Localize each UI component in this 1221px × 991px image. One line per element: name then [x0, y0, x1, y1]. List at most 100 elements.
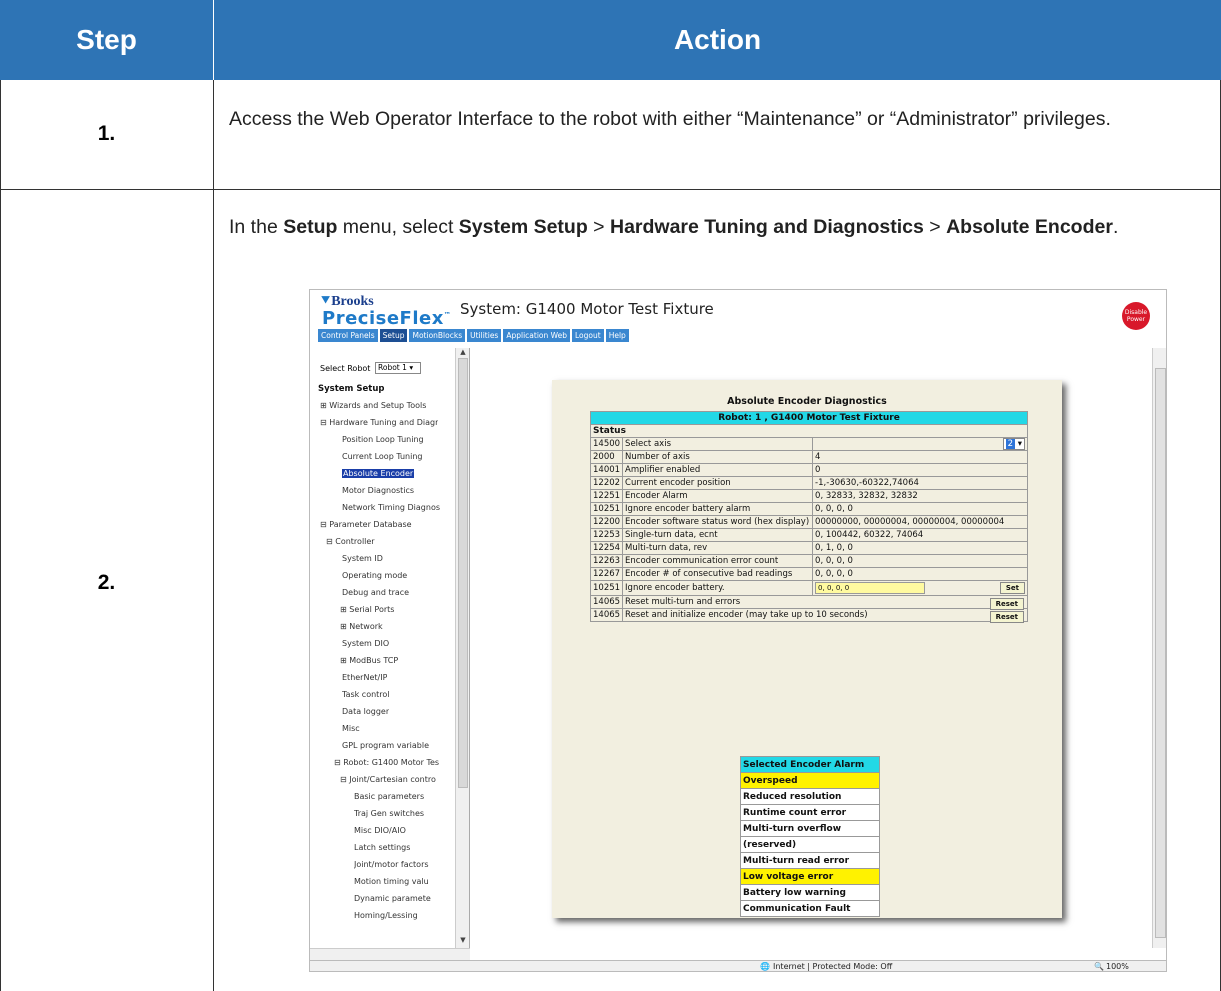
tree-item[interactable]: System ID — [342, 554, 383, 563]
scroll-down-icon[interactable]: ▼ — [456, 936, 470, 944]
nav-control-panels[interactable]: Control Panels — [318, 329, 378, 342]
tree-item[interactable]: Network Timing Diagnos — [342, 503, 440, 512]
param-value: 0, 1, 0, 0 — [812, 541, 1028, 555]
param-value: 0, 0, 0, 0 — [812, 554, 1028, 568]
tree-item[interactable]: EtherNet/IP — [342, 673, 387, 682]
reset-button[interactable]: Reset — [989, 611, 1024, 623]
action-text-1: Access the Web Operator Interface to the… — [229, 108, 1111, 130]
alarm-item: Multi-turn overflow — [740, 820, 880, 837]
action-text-2: In the Setup menu, select System Setup >… — [229, 216, 1119, 238]
nav-motionblocks[interactable]: MotionBlocks — [409, 329, 466, 342]
encoder-row: 14500 Select axis 2 ▾ — [589, 437, 1028, 451]
nav-utilities[interactable]: Utilities — [467, 329, 502, 342]
tree-item[interactable]: Operating mode — [342, 571, 407, 580]
tree-item[interactable]: ⊞ Network — [340, 622, 383, 631]
panel-title: Absolute Encoder Diagnostics — [727, 396, 887, 407]
tree-item[interactable]: ⊟ Controller — [326, 537, 375, 546]
nav-application-web[interactable]: Application Web — [503, 329, 570, 342]
param-label: Ignore encoder battery alarm — [622, 502, 814, 516]
content-scrollbar[interactable] — [1152, 348, 1166, 948]
tree-item[interactable]: Debug and trace — [342, 588, 409, 597]
param-id: 14065 — [589, 608, 624, 622]
tree-item[interactable]: Position Loop Tuning — [342, 435, 424, 444]
step-number-2: 2. — [97, 571, 116, 594]
param-label: Single-turn data, ecnt — [622, 528, 814, 542]
param-value: 0, 32833, 32832, 32832 — [812, 489, 1028, 503]
tree-item[interactable]: ⊟ Robot: G1400 Motor Tes — [334, 758, 439, 767]
param-id: 14065 — [589, 595, 624, 609]
param-label: Encoder software status word (hex displa… — [622, 515, 814, 529]
encoder-panel: Absolute Encoder Diagnostics Robot: 1 , … — [552, 380, 1062, 918]
tree-item[interactable]: Misc DIO/AIO — [354, 826, 406, 835]
param-id: 14001 — [589, 463, 624, 477]
tree-item[interactable]: ⊟ Parameter Database — [320, 520, 412, 529]
param-id: 2000 — [589, 450, 624, 464]
alarm-item: Runtime count error — [740, 804, 880, 821]
column-divider — [213, 80, 214, 991]
tree-item[interactable]: System DIO — [342, 639, 389, 648]
param-id: 10251 — [589, 580, 624, 596]
encoder-row: 10251 Ignore encoder battery. 0, 0, 0, 0 Se… — [589, 580, 1028, 596]
alarm-item: Battery low warning — [740, 884, 880, 901]
axis-select-cell: 2 ▾ — [812, 437, 1028, 451]
alarm-item: Communication Fault — [740, 900, 880, 917]
tree-item[interactable]: ⊟ Hardware Tuning and Diagr — [320, 418, 438, 427]
param-value: 4 — [812, 450, 1028, 464]
tree-item[interactable]: Current Loop Tuning — [342, 452, 423, 461]
disable-power-button[interactable]: Disable Power — [1122, 302, 1150, 330]
sidebar-hscrollbar[interactable] — [310, 948, 470, 960]
nav-logout[interactable]: Logout — [572, 329, 604, 342]
param-label-text: Reset and initialize encoder (may take u… — [625, 610, 868, 620]
set-button[interactable]: Set — [999, 582, 1025, 594]
tree-item[interactable]: ⊞ Serial Ports — [340, 605, 394, 614]
axis-select[interactable]: 2 ▾ — [1002, 438, 1025, 450]
zoom-level[interactable]: 100% — [1106, 962, 1129, 971]
tree-item[interactable]: Motor Diagnostics — [342, 486, 414, 495]
tree-item[interactable]: Task control — [342, 690, 390, 699]
encoder-row: 12251 Encoder Alarm 0, 32833, 32832, 32832 — [589, 489, 1028, 503]
tree-item[interactable]: Data logger — [342, 707, 389, 716]
header-action: Action — [213, 0, 1221, 80]
tree-item[interactable]: Basic parameters — [354, 792, 424, 801]
param-id: 12267 — [589, 567, 624, 581]
tree-item[interactable]: ⊞ ModBus TCP — [340, 656, 398, 665]
alarm-item: Reduced resolution — [740, 788, 880, 805]
tree-item[interactable]: Latch settings — [354, 843, 410, 852]
sidebar-scrollbar[interactable]: ▲ ▼ — [455, 348, 469, 948]
tree-item[interactable]: ⊞ Wizards and Setup Tools — [320, 401, 426, 410]
nav-setup[interactable]: Setup — [379, 329, 408, 342]
param-label: Current encoder position — [622, 476, 814, 490]
param-value: -1,-30630,-60322,74064 — [812, 476, 1028, 490]
param-value: 0, 100442, 60322, 74064 — [812, 528, 1028, 542]
nav-help[interactable]: Help — [605, 329, 629, 342]
select-robot-dropdown[interactable]: Robot 1 ▾ — [375, 362, 421, 374]
param-id: 12200 — [589, 515, 624, 529]
scroll-up-icon[interactable]: ▲ — [456, 348, 470, 356]
param-id: 12202 — [589, 476, 624, 490]
tree-item[interactable]: Motion timing valu — [354, 877, 429, 886]
robot-row: Robot: 1 , G1400 Motor Test Fixture — [590, 411, 1028, 425]
encoder-row: 12263 Encoder communication error count 0,… — [589, 554, 1028, 568]
tree-item[interactable]: System Setup — [318, 384, 384, 394]
param-label-text: Reset multi-turn and errors — [625, 597, 741, 607]
encoder-row: 12202 Current encoder position -1,-30630,-… — [589, 476, 1028, 490]
param-label: Amplifier enabled — [622, 463, 814, 477]
tree-item[interactable]: Traj Gen switches — [354, 809, 424, 818]
encoder-row: 12200 Encoder software status word (hex d… — [589, 515, 1028, 529]
tree-item[interactable]: Misc — [342, 724, 360, 733]
content-scroll-thumb[interactable] — [1155, 368, 1166, 938]
select-robot-label: Select Robot — [320, 364, 371, 373]
encoder-row: 10251 Ignore encoder battery alarm 0, 0, 0… — [589, 502, 1028, 516]
param-label: Encoder # of consecutive bad readings — [622, 567, 814, 581]
tree-item[interactable]: GPL program variable — [342, 741, 429, 750]
alarm-item: Low voltage error — [740, 868, 880, 885]
alarm-item: Overspeed — [740, 772, 880, 789]
battery-ignore-input[interactable]: 0, 0, 0, 0 — [815, 582, 926, 594]
tree-item[interactable]: Joint/motor factors — [354, 860, 429, 869]
scroll-thumb[interactable] — [458, 358, 468, 788]
tree-item[interactable]: Absolute Encoder — [342, 469, 415, 478]
app-header: ⯆Brooks PreciseFlex™ System: G1400 Motor… — [310, 290, 1166, 342]
tree-item[interactable]: ⊟ Joint/Cartesian contro — [340, 775, 436, 784]
tree-item[interactable]: Dynamic paramete — [354, 894, 431, 903]
tree-item[interactable]: Homing/Lessing — [354, 911, 418, 920]
